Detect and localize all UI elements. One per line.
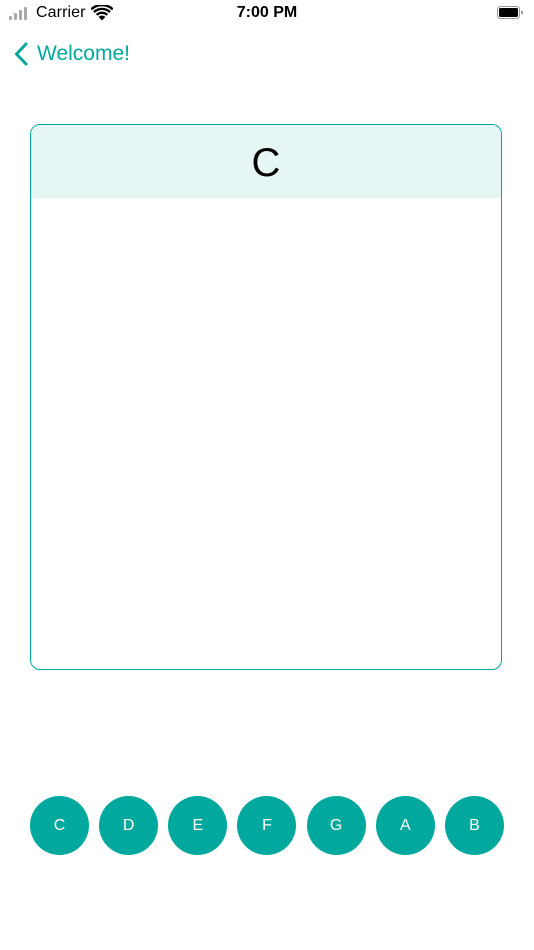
status-time: 7:00 PM — [236, 4, 298, 21]
navigation-bar: Welcome! — [0, 36, 534, 72]
note-button-e[interactable]: E — [168, 796, 228, 855]
current-note-title: C — [251, 140, 281, 185]
note-button-c[interactable]: C — [30, 796, 89, 855]
screen: Carrier 7:00 PM Welcome! C C D E F G A B — [0, 0, 534, 950]
chevron-left-icon — [15, 42, 28, 66]
card-body — [31, 198, 501, 669]
back-button[interactable]: Welcome! — [14, 36, 130, 72]
note-button-g[interactable]: G — [306, 796, 366, 855]
note-button-b[interactable]: B — [444, 796, 504, 855]
note-button-row: C D E F G A B — [30, 796, 504, 855]
status-bar: Carrier 7:00 PM — [0, 0, 534, 28]
note-button-d[interactable]: D — [99, 796, 159, 855]
note-button-a[interactable]: A — [375, 796, 435, 855]
card-header: C — [31, 125, 501, 198]
note-card: C — [30, 124, 502, 670]
battery-icon — [497, 6, 523, 19]
note-button-f[interactable]: F — [237, 796, 297, 855]
back-label: Welcome! — [37, 42, 130, 65]
